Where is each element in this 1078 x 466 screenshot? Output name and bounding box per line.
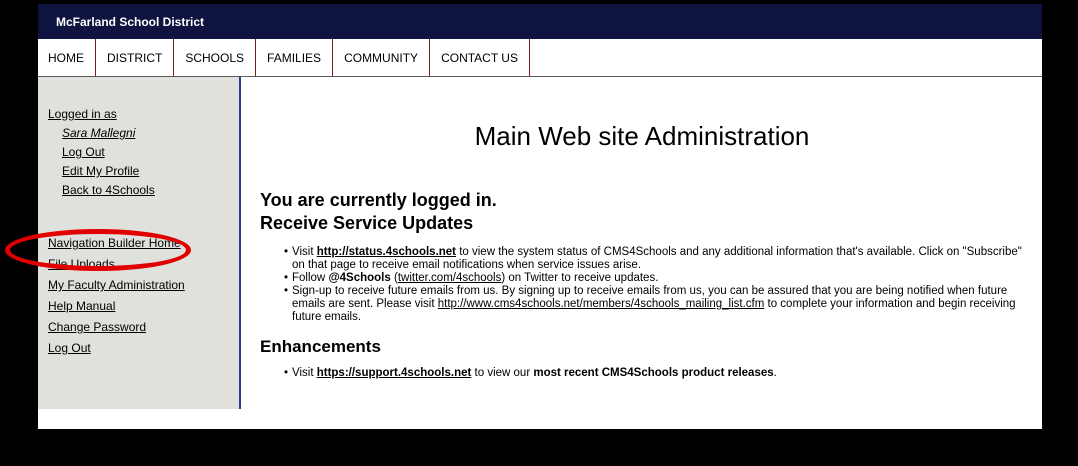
nav-families[interactable]: FAMILIES: [256, 39, 334, 76]
list-item: Visit http://status.4schools.net to view…: [284, 246, 1024, 272]
faculty-administration-link[interactable]: My Faculty Administration: [48, 275, 239, 296]
bullet-text: Visit: [292, 367, 317, 379]
nav-community[interactable]: COMMUNITY: [333, 39, 431, 76]
service-updates-list: Visit http://status.4schools.net to view…: [260, 246, 1024, 324]
admin-sidebar: Logged in as Sara Mallegni Log Out Edit …: [5, 77, 241, 409]
list-item: Visit https://support.4schools.net to vi…: [284, 367, 1024, 380]
main-nav: HOME DISTRICT SCHOOLS FAMILIES COMMUNITY…: [38, 39, 1042, 77]
bullet-text: Follow: [292, 272, 329, 284]
page-title: Main Web site Administration: [474, 121, 810, 151]
bullet-text: to view our: [471, 367, 534, 379]
file-uploads-link[interactable]: File Uploads: [48, 254, 239, 275]
user-logout-link[interactable]: Log Out: [62, 143, 239, 162]
list-item: Follow @4Schools (twitter.com/4schools) …: [284, 272, 1024, 285]
site-header: McFarland School District: [38, 4, 1042, 39]
edit-profile-link[interactable]: Edit My Profile: [62, 162, 239, 181]
admin-logout-link[interactable]: Log Out: [48, 338, 239, 359]
list-item: Sign-up to receive future emails from us…: [284, 285, 1024, 324]
service-updates-heading: Receive Service Updates: [260, 213, 474, 233]
help-manual-link[interactable]: Help Manual: [48, 296, 239, 317]
status-site-link[interactable]: http://status.4schools.net: [317, 246, 456, 258]
back-to-4schools-link[interactable]: Back to 4Schools: [62, 181, 239, 200]
bullet-text: .: [773, 367, 777, 379]
mailing-list-link[interactable]: http://www.cms4schools.net/members/4scho…: [438, 298, 765, 310]
twitter-link[interactable]: twitter.com/4schools: [398, 272, 502, 284]
bullet-text: ) on Twitter to receive updates.: [501, 272, 659, 284]
browser-page: McFarland School District HOME DISTRICT …: [5, 4, 1042, 429]
product-releases-text: most recent CMS4Schools product releases: [533, 367, 774, 379]
enhancements-list: Visit https://support.4schools.net to vi…: [260, 367, 1024, 380]
nav-district[interactable]: DISTRICT: [96, 39, 175, 76]
bullet-text: (: [390, 272, 398, 284]
nav-home[interactable]: HOME: [38, 39, 96, 76]
bullet-text: Visit: [292, 246, 317, 258]
user-name-link[interactable]: Sara Mallegni: [62, 124, 239, 143]
change-password-link[interactable]: Change Password: [48, 317, 239, 338]
nav-schools[interactable]: SCHOOLS: [174, 39, 257, 76]
enhancements-heading: Enhancements: [260, 337, 381, 356]
logged-in-as-label[interactable]: Logged in as: [48, 105, 239, 124]
content-area: Logged in as Sara Mallegni Log Out Edit …: [5, 77, 1042, 409]
twitter-handle: @4Schools: [328, 272, 391, 284]
navigation-builder-home-link[interactable]: Navigation Builder Home: [48, 233, 239, 254]
logged-in-heading: You are currently logged in.: [260, 190, 497, 210]
site-title: McFarland School District: [56, 14, 205, 29]
support-site-link[interactable]: https://support.4schools.net: [317, 367, 472, 379]
main-content: Main Web site Administration You are cur…: [241, 77, 1042, 409]
nav-contact-us[interactable]: CONTACT US: [430, 39, 530, 76]
